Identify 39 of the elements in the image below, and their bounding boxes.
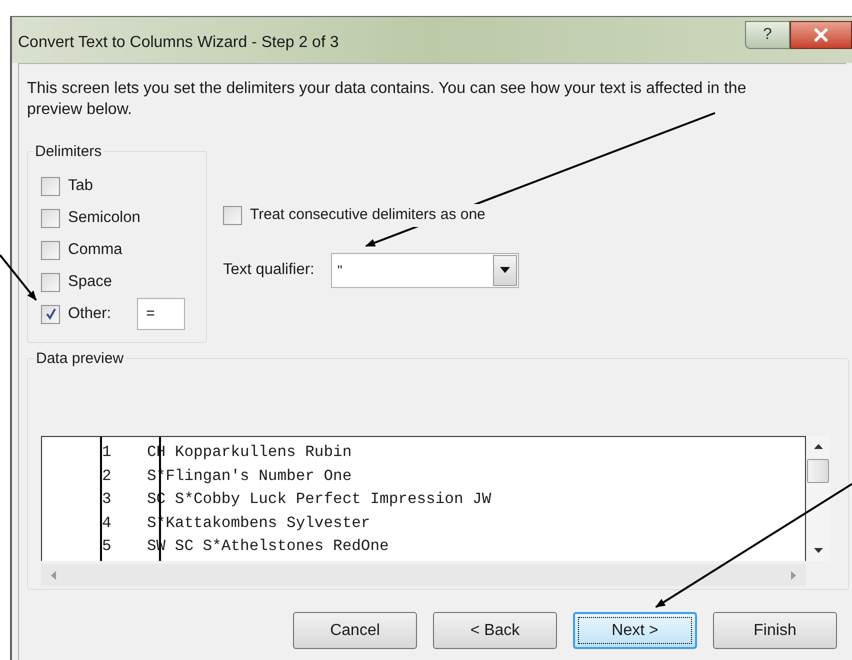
scroll-up-icon <box>814 444 822 449</box>
text-qualifier-dropdown[interactable]: " <box>331 252 520 288</box>
checkbox-label: Treat consecutive delimiters as one <box>250 204 486 226</box>
checkmark-icon <box>44 308 56 320</box>
description-text: This screen lets you set the delimiters your data contains. You can see how your text is affected in the preview below. <box>27 79 748 120</box>
checkbox[interactable] <box>41 208 60 228</box>
scroll-right-icon <box>791 570 796 580</box>
checkbox-label: Semicolon <box>68 208 140 228</box>
window-title: Convert Text to Columns Wizard - Step 2 of 3 <box>18 33 339 53</box>
wizard-button[interactable]: < Back <box>433 612 557 649</box>
vertical-scrollbar[interactable] <box>806 436 830 561</box>
wizard-button[interactable]: Finish <box>713 612 837 649</box>
wizard-button[interactable]: Next > <box>573 612 697 649</box>
checkbox-label: Other: <box>68 304 112 324</box>
dropdown-value: " <box>336 260 344 280</box>
horizontal-scrollbar[interactable] <box>41 564 806 586</box>
help-button[interactable]: ? <box>745 21 790 49</box>
annotation-arrow <box>0 254 37 301</box>
checkbox[interactable] <box>41 176 60 196</box>
checkbox[interactable] <box>41 272 60 292</box>
other-input-field[interactable]: = <box>137 298 186 330</box>
checkbox-label: Space <box>68 272 112 292</box>
checkbox[interactable] <box>41 240 60 260</box>
preview-cell-text: 2 <box>102 466 112 487</box>
close-button[interactable] <box>790 21 852 49</box>
field-label: Text qualifier: <box>223 260 314 280</box>
scroll-down-icon <box>814 548 822 553</box>
checkbox-label: Comma <box>68 240 122 260</box>
wizard-button[interactable]: Cancel <box>293 612 417 649</box>
close-icon <box>813 28 829 42</box>
preview-cell-text: 4 <box>102 512 112 534</box>
checkbox[interactable] <box>223 206 242 225</box>
scrollbar-thumb[interactable] <box>807 459 829 483</box>
preview-cell-text: 5 <box>102 536 112 558</box>
checkbox[interactable] <box>41 304 60 324</box>
preview-cell-text: 3 <box>102 489 112 510</box>
checkbox-label: Tab <box>68 176 93 196</box>
scroll-left-icon <box>51 570 56 580</box>
preview-cell-text: 1 <box>102 442 112 464</box>
